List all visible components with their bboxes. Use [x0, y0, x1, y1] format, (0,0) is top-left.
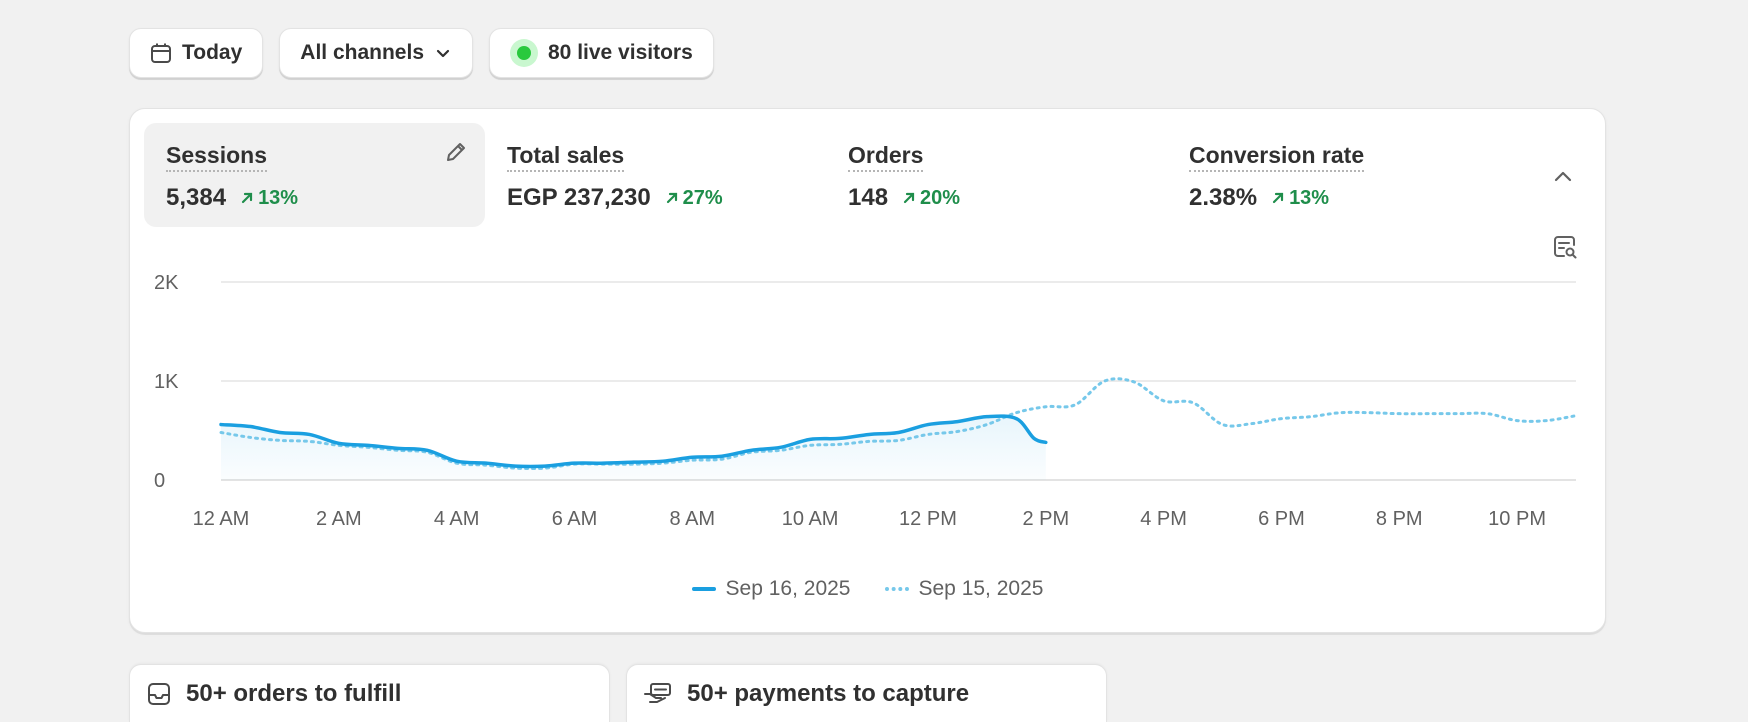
arrow-up-right-icon [666, 192, 677, 204]
inbox-icon [148, 682, 170, 705]
metric-change: 27% [665, 187, 723, 210]
metric-change: 20% [902, 187, 960, 210]
task-label: 50+ payments to capture [687, 679, 970, 707]
metrics-row: Sessions 5,384 13% Total sales EGP 237,2… [144, 123, 1508, 227]
metric-change-value: 20% [920, 186, 961, 209]
arrow-up-right-icon [241, 192, 253, 204]
calendar-icon [151, 43, 171, 63]
x-tick-label: 4 PM [1140, 508, 1187, 530]
channel-select[interactable]: All channels [279, 28, 473, 78]
y-tick-label: 0 [154, 470, 165, 492]
cash-hand-icon [644, 682, 671, 703]
task-label: 50+ orders to fulfill [186, 679, 402, 707]
collapse-metrics-button[interactable] [1551, 165, 1575, 194]
legend-label: Sep 15, 2025 [918, 577, 1044, 600]
edit-metric-button[interactable] [443, 139, 469, 170]
metric-change-value: 27% [682, 186, 723, 209]
y-tick-label: 2K [154, 272, 179, 294]
live-indicator-icon [510, 39, 538, 67]
metric-label: Orders [848, 141, 924, 172]
payments-to-capture-button[interactable]: 50+ payments to capture [626, 664, 1107, 722]
chart-legend: Sep 16, 2025 Sep 15, 2025 [130, 577, 1605, 601]
metric-conversion-rate[interactable]: Conversion rate 2.38% 13% [1167, 123, 1508, 227]
arrow-up-right-icon [903, 192, 915, 204]
y-tick-label: 1K [154, 371, 179, 393]
chevron-down-icon [436, 49, 450, 58]
filter-bar: Today All channels 80 live visitors [129, 28, 714, 78]
x-tick-label: 6 AM [552, 508, 598, 530]
chevron-up-icon [1554, 171, 1572, 182]
live-visitors-label: 80 live visitors [548, 41, 693, 64]
metric-value: 148 [848, 184, 889, 211]
channel-label: All channels [300, 41, 424, 64]
metric-value: 5,384 [166, 184, 227, 211]
x-tick-label: 12 AM [193, 508, 250, 530]
x-tick-label: 10 AM [782, 508, 839, 530]
tasks-bar: 50+ orders to fulfill 50+ payments to ca… [129, 664, 1107, 722]
metric-change-value: 13% [1289, 186, 1330, 209]
legend-item-previous[interactable]: Sep 15, 2025 [884, 577, 1044, 601]
arrow-up-right-icon [1272, 192, 1284, 204]
metric-change: 13% [240, 187, 298, 210]
date-range-label: Today [182, 41, 243, 64]
x-tick-label: 2 AM [316, 508, 362, 530]
analytics-card: Sessions 5,384 13% Total sales EGP 237,2… [129, 108, 1606, 633]
legend-item-current[interactable]: Sep 16, 2025 [691, 577, 851, 601]
pencil-icon [447, 143, 465, 161]
live-visitors-button[interactable]: 80 live visitors [489, 28, 714, 78]
metric-change-value: 13% [258, 186, 299, 209]
metric-orders[interactable]: Orders 148 20% [826, 123, 1167, 227]
metric-value: 2.38% [1189, 184, 1258, 211]
legend-swatch-solid [691, 587, 716, 591]
x-tick-label: 2 PM [1022, 508, 1069, 530]
x-tick-label: 4 AM [434, 508, 480, 530]
x-tick-label: 12 PM [899, 508, 957, 530]
metric-total-sales[interactable]: Total sales EGP 237,230 27% [485, 123, 826, 227]
sessions-line-chart: 2K 1K 0 12 AM 2 AM 4 AM 6 AM 8 AM 10 AM 12 PM 2 PM… [154, 272, 1578, 530]
legend-label: Sep 16, 2025 [725, 577, 851, 600]
metric-label: Total sales [507, 141, 625, 172]
legend-swatch-dotted [884, 587, 909, 591]
x-tick-label: 8 PM [1376, 508, 1423, 530]
date-range-button[interactable]: Today [129, 28, 264, 78]
metric-label: Conversion rate [1189, 141, 1365, 172]
metric-value: EGP 237,230 [507, 184, 651, 211]
x-tick-label: 6 PM [1258, 508, 1305, 530]
x-tick-label: 8 AM [670, 508, 716, 530]
x-tick-label: 10 PM [1488, 508, 1546, 530]
metric-change: 13% [1271, 187, 1329, 210]
metric-sessions[interactable]: Sessions 5,384 13% [144, 123, 485, 227]
orders-to-fulfill-button[interactable]: 50+ orders to fulfill [129, 664, 610, 722]
metric-label: Sessions [166, 141, 267, 172]
